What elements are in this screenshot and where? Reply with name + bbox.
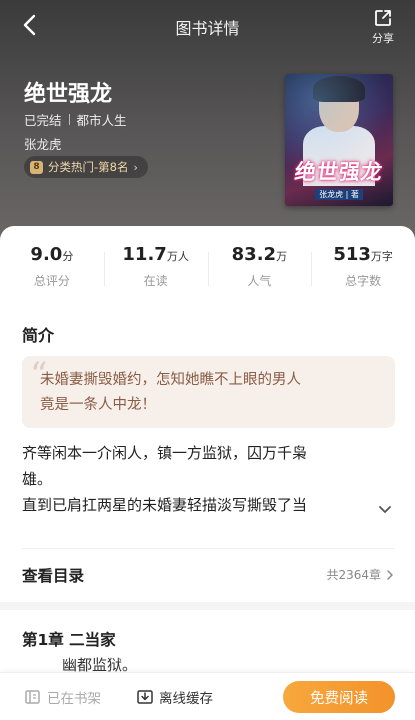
stat-rating: 9.0分 总评分 [30,244,74,288]
detail-card: 9.0分 总评分 11.7万人 在读 83.2万 人气 513万字 总字数 简介… [0,226,415,720]
stat-popularity: 83.2万 人气 [207,244,312,294]
offline-cache-button[interactable]: 离线缓存 [136,687,213,707]
share-button[interactable]: 分享 [363,8,403,46]
share-icon [375,10,391,26]
meta-divider [68,114,70,125]
cover-title: 绝世强龙 [293,160,385,184]
offline-cache-label: 离线缓存 [159,691,213,707]
page-title: 图书详情 [175,19,240,38]
share-label: 分享 [372,32,394,45]
bookshelf-label: 已在书架 [47,691,101,707]
synopsis-intro[interactable]: 齐等闲本一介闲人，镇一方监狱，囚万千枭 雄。 直到已肩扛两星的未婚妻轻描淡写撕毁… [22,440,367,518]
quote-text-line2: 竟是一条人中龙！ [40,397,156,413]
rank-text: 分类热门-第8名 [48,160,129,174]
chevron-right-icon: › [133,160,138,174]
toc-label: 查看目录 [22,566,85,585]
section-divider [0,602,415,610]
synopsis-title: 简介 [22,326,55,345]
book-title: 绝世强龙 [24,82,113,107]
download-icon [137,690,153,704]
synopsis-quote: “ 未婚妻撕毁婚约，怎知她瞧不上眼的男人 竟是一条人中龙！ [22,356,395,428]
rank-badge[interactable]: 8 分类热门-第8名 › [24,156,148,178]
cover-author: 张龙虎 | 著 [285,189,393,200]
book-category[interactable]: 都市人生 [77,110,127,129]
cover-glow [285,74,393,206]
intro-line: 雄。 [22,470,53,488]
toc-count: 共2364章 [326,568,381,582]
book-header: 图书详情 分享 绝世强龙 已完结 都市人生 张龙虎 8 分类热门-第8名 › 绝… [0,0,415,240]
book-status: 已完结 [24,113,62,128]
nav-bar: 图书详情 分享 [0,0,415,52]
bottom-bar: 已在书架 离线缓存 免费阅读 [0,672,415,720]
book-meta: 已完结 都市人生 [24,110,127,129]
rank-icon: 8 [30,160,43,174]
bookshelf-button[interactable]: 已在书架 [24,687,101,707]
book-cover: 绝世强龙 张龙虎 | 著 [285,74,393,206]
intro-line: 齐等闲本一介闲人，镇一方监狱，囚万千枭 [22,444,308,462]
stat-readers: 11.7万人 在读 [103,244,208,294]
chevron-down-icon [379,506,391,513]
expand-button[interactable] [375,500,395,520]
book-author[interactable]: 张龙虎 [24,134,62,153]
stat-word-count: 513万字 总字数 [311,244,415,294]
toc-row[interactable]: 查看目录 共2364章 [22,548,395,600]
bookshelf-icon [25,690,40,704]
intro-line: 直到已肩扛两星的未婚妻轻描淡写撕毁了当 [22,496,308,514]
toc-count-wrap: 共2364章 [326,566,395,583]
quote-text-line1: 未婚妻撕毁婚约，怎知她瞧不上眼的男人 [40,372,301,388]
chapter-title[interactable]: 第1章 二当家 [22,628,116,650]
stats-row: 9.0分 总评分 11.7万人 在读 83.2万 人气 513万字 总字数 [0,244,415,294]
free-read-button[interactable]: 免费阅读 [283,681,395,713]
chevron-right-icon [387,569,393,580]
